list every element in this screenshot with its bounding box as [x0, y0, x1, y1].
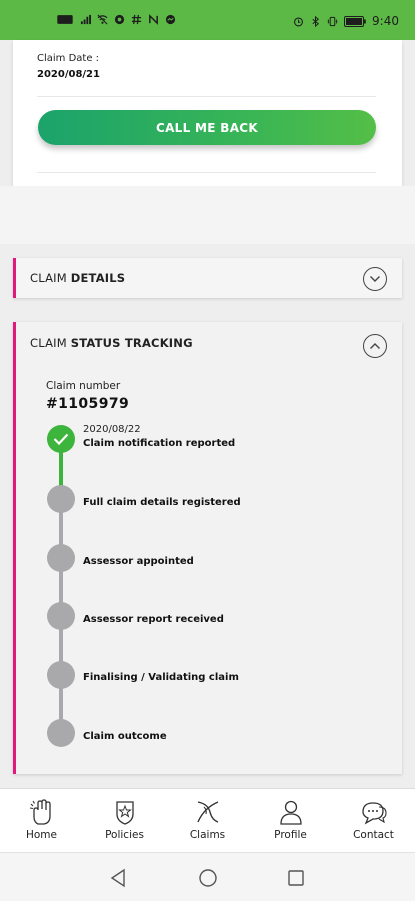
- checkmark-icon: [53, 433, 69, 445]
- claim-status-tracking-title: CLAIM STATUS TRACKING: [30, 336, 193, 350]
- claim-date-label: Claim Date :: [37, 53, 100, 64]
- alarm-icon: [294, 16, 304, 26]
- nav-claims-label: Claims: [189, 829, 226, 841]
- nav-claims[interactable]: Claims: [166, 789, 249, 853]
- recents-icon[interactable]: [284, 866, 308, 890]
- step-pending-dot: [47, 661, 75, 689]
- vpn-icon: [114, 14, 125, 25]
- step-label: Assessor report received: [83, 614, 224, 625]
- nav-contact-label: Contact: [353, 829, 394, 841]
- signal-icon: [80, 14, 91, 25]
- step-label: Full claim details registered: [83, 497, 241, 508]
- step-pending-dot: [47, 544, 75, 572]
- messenger-icon: [165, 14, 176, 25]
- nav-home[interactable]: Home: [0, 789, 83, 853]
- claim-status-tracking-card: CLAIM STATUS TRACKING Claim number #1105…: [13, 322, 402, 774]
- network-badge-icon: [57, 15, 73, 24]
- status-bar-left-icons: [56, 14, 176, 25]
- claim-details-title-prefix: CLAIM: [30, 271, 67, 285]
- claim-status-toggle[interactable]: [363, 334, 387, 358]
- nav-policies[interactable]: Policies: [83, 789, 166, 853]
- policies-icon: [110, 797, 140, 827]
- nfc-icon: [149, 14, 158, 25]
- back-icon[interactable]: [106, 866, 130, 890]
- bluetooth-icon: [312, 15, 320, 27]
- nav-profile-label: Profile: [274, 829, 307, 841]
- home-circle-icon[interactable]: [196, 866, 220, 890]
- step-pending-dot: [47, 719, 75, 747]
- claim-status-title-prefix: CLAIM: [30, 336, 67, 350]
- claims-icon: [193, 797, 223, 827]
- claim-summary-card: Claim Date : 2020/08/21 CALL ME BACK: [13, 40, 402, 186]
- step-label: Claim notification reported: [83, 438, 236, 449]
- claim-status-title-bold: STATUS TRACKING: [70, 336, 193, 350]
- chevron-up-icon: [370, 343, 380, 349]
- step-label: Claim outcome: [83, 731, 167, 742]
- nav-home-label: Home: [25, 829, 57, 841]
- step-complete-dot: [47, 425, 75, 453]
- claim-details-title-bold: DETAILS: [70, 271, 126, 285]
- claim-number-value: #1105979: [46, 396, 130, 412]
- system-navigation-bar: [0, 852, 415, 901]
- step-pending-dot: [47, 485, 75, 513]
- claim-number-label: Claim number: [46, 380, 121, 392]
- section-spacer: [0, 186, 415, 244]
- nav-contact[interactable]: Contact: [332, 789, 415, 853]
- claim-date-value: 2020/08/21: [37, 69, 100, 80]
- nav-profile[interactable]: Profile: [249, 789, 332, 853]
- chevron-down-icon: [370, 276, 380, 282]
- divider: [37, 96, 376, 97]
- profile-icon: [276, 797, 306, 827]
- wifi-off-icon: [97, 14, 108, 25]
- status-bar-time: 9:40: [372, 14, 399, 28]
- status-bar-right-icons: 9:40: [293, 14, 399, 28]
- bottom-navigation: Home Policies Claims Profile Contact: [0, 788, 415, 853]
- vibrate-icon: [327, 16, 338, 26]
- step-pending-dot: [47, 602, 75, 630]
- status-bar: 9:40: [0, 0, 415, 40]
- chat-icon: [359, 797, 389, 827]
- claim-details-toggle[interactable]: [363, 267, 387, 291]
- divider: [37, 172, 376, 173]
- hand-wave-icon: [27, 797, 57, 827]
- nav-policies-label: Policies: [105, 829, 144, 841]
- step-label: Finalising / Validating claim: [83, 672, 239, 683]
- battery-icon: [344, 15, 366, 27]
- step-date: 2020/08/22: [83, 424, 141, 435]
- step-label: Assessor appointed: [83, 556, 194, 567]
- claim-details-card[interactable]: CLAIM DETAILS: [13, 258, 402, 298]
- hash-icon: [131, 14, 142, 25]
- claim-details-title: CLAIM DETAILS: [30, 271, 125, 285]
- call-me-back-button[interactable]: CALL ME BACK: [38, 110, 376, 145]
